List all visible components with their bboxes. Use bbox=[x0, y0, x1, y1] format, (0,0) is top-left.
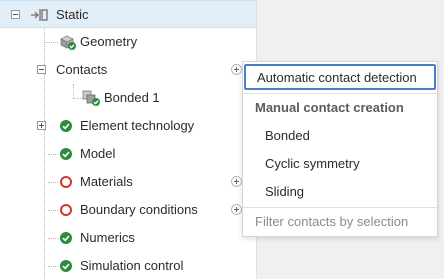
tree-item-label: Static bbox=[56, 7, 89, 22]
tree-item-boundary-conditions[interactable]: Boundary conditions bbox=[0, 196, 256, 224]
tree-item-numerics[interactable]: Numerics bbox=[0, 224, 256, 252]
tree-item-label: Simulation control bbox=[80, 258, 184, 273]
add-material-button[interactable] bbox=[231, 176, 242, 187]
add-boundary-condition-button[interactable] bbox=[231, 204, 242, 215]
tree-item-element-technology[interactable]: Element technology bbox=[0, 112, 256, 140]
tree-item-contacts[interactable]: Contacts bbox=[0, 56, 256, 84]
geometry-icon bbox=[59, 33, 77, 51]
bonded-contact-item[interactable]: Bonded bbox=[265, 128, 444, 143]
tree-item-bonded-1[interactable]: Bonded 1 bbox=[0, 84, 256, 112]
tree-item-label: Boundary conditions bbox=[80, 202, 198, 217]
tree-item-model[interactable]: Model bbox=[0, 140, 256, 168]
tree-item-label: Bonded 1 bbox=[104, 90, 160, 105]
sliding-contact-item[interactable]: Sliding bbox=[265, 184, 444, 199]
contact-creation-menu: Automatic contact detection Manual conta… bbox=[242, 61, 438, 237]
check-circle-icon bbox=[60, 120, 72, 132]
tree-item-materials[interactable]: Materials bbox=[0, 168, 256, 196]
tree-item-label: Numerics bbox=[80, 230, 135, 245]
check-circle-icon bbox=[60, 232, 72, 244]
tree-item-label: Element technology bbox=[80, 118, 195, 133]
tree-item-static[interactable]: Static bbox=[0, 0, 256, 28]
tree-item-simulation-control[interactable]: Simulation control bbox=[0, 252, 256, 279]
tree-item-label: Contacts bbox=[56, 62, 108, 77]
collapse-toggle[interactable] bbox=[11, 10, 20, 19]
menu-divider bbox=[243, 207, 437, 208]
error-circle-icon bbox=[60, 204, 72, 216]
menu-item-label: Automatic contact detection bbox=[257, 70, 417, 85]
simulation-tree-screen: Static Geometry Contacts Bonded 1 Elemen… bbox=[0, 0, 444, 279]
cyclic-symmetry-item[interactable]: Cyclic symmetry bbox=[265, 156, 444, 171]
static-analysis-icon bbox=[31, 8, 49, 22]
check-circle-icon bbox=[60, 148, 72, 160]
error-circle-icon bbox=[60, 176, 72, 188]
filter-contacts-by-selection-item[interactable]: Filter contacts by selection bbox=[255, 214, 408, 229]
automatic-contact-detection-item[interactable]: Automatic contact detection bbox=[244, 64, 436, 90]
collapse-toggle[interactable] bbox=[37, 65, 46, 74]
expand-toggle[interactable] bbox=[37, 121, 46, 130]
tree-item-label: Materials bbox=[80, 174, 133, 189]
simulation-tree-panel: Static Geometry Contacts Bonded 1 Elemen… bbox=[0, 0, 257, 279]
manual-contact-creation-header: Manual contact creation bbox=[255, 100, 404, 115]
check-circle-icon bbox=[60, 260, 72, 272]
menu-divider bbox=[243, 93, 437, 94]
bonded-contact-icon bbox=[82, 89, 102, 107]
tree-item-label: Geometry bbox=[80, 34, 138, 49]
tree-item-label: Model bbox=[80, 146, 116, 161]
tree-item-geometry[interactable]: Geometry bbox=[0, 28, 256, 56]
add-contact-button[interactable] bbox=[231, 64, 242, 75]
